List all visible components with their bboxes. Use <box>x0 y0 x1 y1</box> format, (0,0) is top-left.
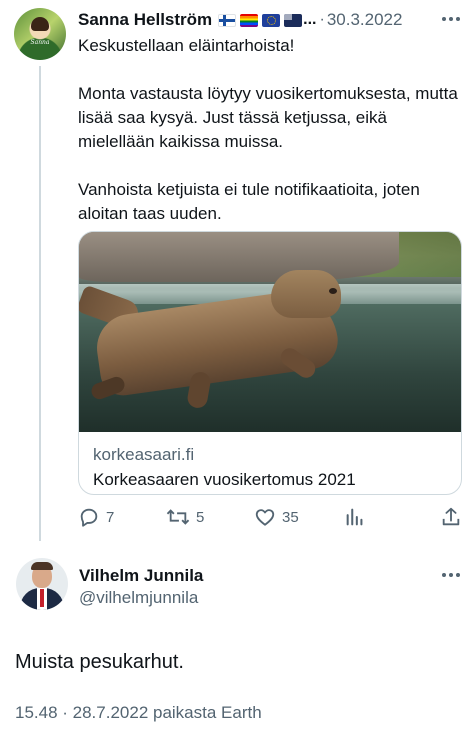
card-title: Korkeasaaren vuosikertomus 2021 <box>93 470 356 489</box>
tweet-text: Muista pesukarhut. <box>15 651 184 673</box>
like-count: 35 <box>282 508 299 526</box>
eu-flag-icon <box>262 13 281 27</box>
retweet-button[interactable]: 5 <box>166 506 204 528</box>
tweet-timestamp-source[interactable]: 15.48 · 28.7.2022 paikasta Earth <box>15 702 262 724</box>
flag-icon <box>284 13 303 27</box>
tweet-paragraph: Keskustellaan eläintarhoista! <box>78 36 295 55</box>
heart-icon <box>255 509 275 526</box>
card-domain: korkeasaari.fi <box>93 445 195 464</box>
reply-button[interactable]: 7 <box>78 506 114 528</box>
views-button[interactable] <box>344 506 366 528</box>
focused-reply-tweet[interactable]: Vilhelm Junnila @vilhelmjunnila Muista p… <box>0 545 468 749</box>
avatar-script-text: Sanna <box>30 39 50 46</box>
name-truncation: ... <box>303 11 317 28</box>
author-display-name[interactable]: Sanna Hellström <box>78 10 212 30</box>
analytics-icon <box>346 508 363 526</box>
card-text: korkeasaari.fi Korkeasaaren vuosikertomu… <box>79 432 461 492</box>
card-image-otter <box>79 232 461 432</box>
tweet-paragraph: Vanhoista ketjuista ei tule notifikaatio… <box>78 180 420 223</box>
share-icon <box>442 507 460 526</box>
more-options-icon[interactable] <box>440 570 462 580</box>
tweet-date[interactable]: 30.3.2022 <box>327 10 403 30</box>
tweet-header: Sanna Hellström ... · 30.3.2022 <box>78 9 402 31</box>
header-separator: · <box>319 11 325 28</box>
reply-icon <box>80 508 98 527</box>
tweet-action-bar: 7 5 35 <box>78 506 462 528</box>
share-button[interactable] <box>440 506 462 528</box>
tweet-text: Keskustellaan eläintarhoista! Monta vast… <box>78 34 460 226</box>
parent-tweet[interactable]: Sanna Sanna Hellström ... · 30.3.2022 Ke… <box>0 0 468 545</box>
finland-flag-icon <box>218 13 237 27</box>
name-emoji-flags <box>218 13 303 27</box>
avatar-hair <box>31 17 49 31</box>
link-preview-card[interactable]: korkeasaari.fi Korkeasaaren vuosikertomu… <box>78 231 462 495</box>
rainbow-flag-icon <box>240 13 259 27</box>
tweet-thread: Sanna Sanna Hellström ... · 30.3.2022 Ke… <box>0 0 468 749</box>
retweet-count: 5 <box>196 508 205 526</box>
tweet-paragraph: Monta vastausta löytyy vuosikertomuksest… <box>78 84 458 151</box>
like-button[interactable]: 35 <box>254 506 299 528</box>
more-options-icon[interactable] <box>440 14 462 24</box>
author-display-name[interactable]: Vilhelm Junnila <box>79 565 203 587</box>
author-avatar[interactable] <box>16 558 68 610</box>
author-handle[interactable]: @vilhelmjunnila <box>79 587 198 609</box>
reply-count: 7 <box>106 508 115 526</box>
retweet-icon <box>166 509 190 525</box>
thread-connector-line <box>39 66 41 541</box>
author-avatar[interactable]: Sanna <box>14 8 66 60</box>
